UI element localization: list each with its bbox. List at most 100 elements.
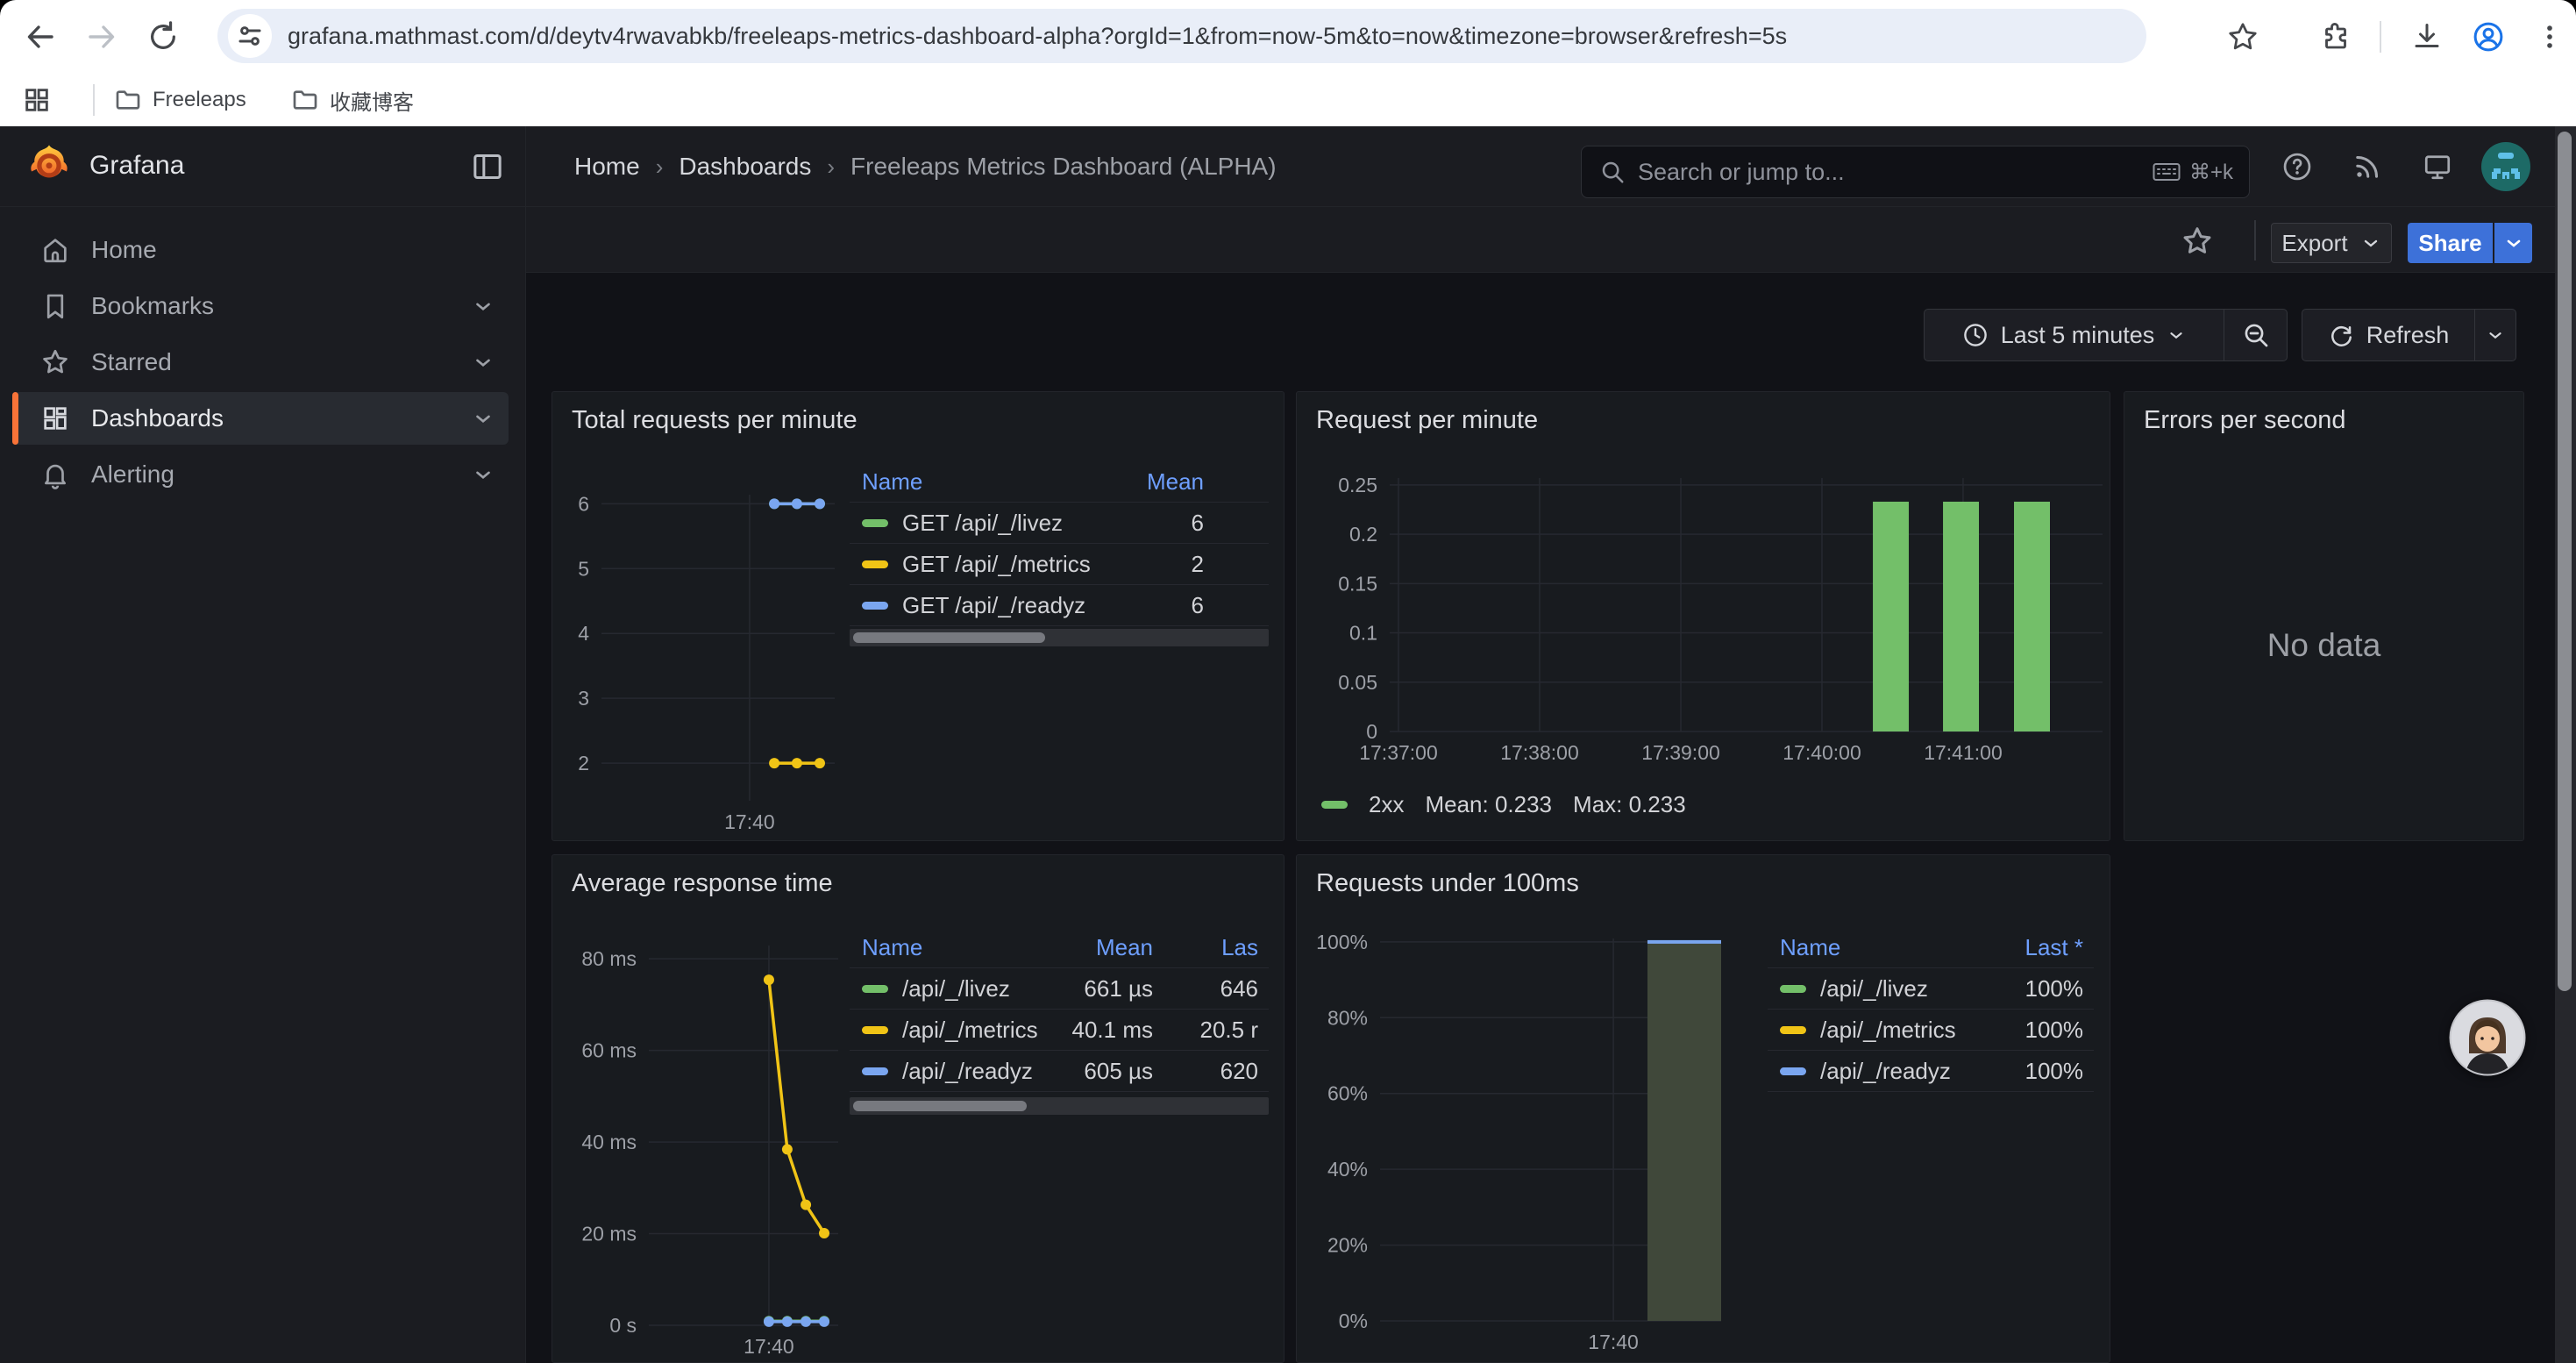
extensions-icon[interactable]	[2318, 19, 2353, 54]
sidebar-item-label: Dashboards	[91, 404, 224, 432]
profile-icon[interactable]	[2471, 19, 2506, 54]
panel-title[interactable]: Average response time	[572, 869, 833, 898]
series-swatch	[1780, 1026, 1806, 1034]
browser-toolbar: grafana.mathmast.com/d/deytv4rwavabkb/fr…	[0, 0, 2576, 74]
legend-row[interactable]: /api/_/livez661 µs646	[850, 968, 1269, 1010]
sidebar-collapse-icon[interactable]	[470, 149, 505, 184]
forward-icon[interactable]	[81, 16, 123, 58]
legend-row[interactable]: /api/_/readyz605 µs620	[850, 1051, 1269, 1092]
grafana-header: Home › Dashboards › Freeleaps Metrics Da…	[526, 126, 2576, 207]
legend-header-row: NameMean	[850, 462, 1269, 503]
bookmark-item-blogs[interactable]: 收藏博客	[291, 82, 414, 118]
time-range-label: Last 5 minutes	[2001, 322, 2155, 349]
folder-icon	[114, 86, 142, 114]
legend-table: NameMeanGET /api/_/livez6GET /api/_/metr…	[850, 462, 1269, 626]
svg-text:40%: 40%	[1327, 1158, 1368, 1181]
series-name: GET /api/_/livez	[902, 510, 1063, 537]
breadcrumb-separator: ›	[656, 153, 664, 181]
sidebar-item-label: Starred	[91, 348, 172, 376]
time-controls-group: Last 5 minutes	[1924, 309, 2288, 361]
bell-icon	[40, 460, 70, 489]
panel-title[interactable]: Total requests per minute	[572, 406, 857, 435]
search-bar[interactable]: ⌘+k	[1581, 146, 2250, 198]
legend-hscrollbar[interactable]	[850, 629, 1269, 646]
breadcrumb-home[interactable]: Home	[574, 153, 640, 181]
svg-text:20%: 20%	[1327, 1234, 1368, 1257]
user-avatar[interactable]	[2481, 142, 2530, 191]
refresh-button[interactable]: Refresh	[2302, 310, 2474, 360]
floating-assistant-avatar[interactable]	[2449, 999, 2526, 1076]
panel-title[interactable]: Request per minute	[1316, 406, 1538, 435]
svg-text:17:39:00: 17:39:00	[1641, 741, 1720, 764]
svg-text:17:40: 17:40	[724, 810, 775, 833]
page-scrollbar[interactable]	[2555, 126, 2576, 1363]
series-mean: Mean: 0.233	[1425, 791, 1552, 818]
legend-hscrollbar[interactable]	[850, 1097, 1269, 1115]
bookmark-label: 收藏博客	[330, 85, 414, 116]
apps-grid-icon[interactable]	[19, 82, 54, 118]
bookmarks-divider	[93, 84, 95, 116]
sidebar-item-bookmarks[interactable]: Bookmarks	[0, 278, 526, 334]
back-icon[interactable]	[19, 16, 61, 58]
news-rss-icon[interactable]	[2352, 151, 2383, 182]
scrollbar-thumb[interactable]	[2558, 132, 2572, 991]
menu-kebab-icon[interactable]	[2532, 19, 2567, 54]
svg-text:100%: 100%	[1316, 931, 1368, 953]
share-button[interactable]: Share	[2408, 223, 2493, 263]
svg-text:6: 6	[578, 492, 589, 515]
legend-row[interactable]: /api/_/metrics40.1 ms20.5 r	[850, 1010, 1269, 1051]
chevron-down-icon	[2360, 232, 2381, 253]
legend-row[interactable]: /api/_/metrics100%	[1768, 1010, 2094, 1051]
chevron-down-icon	[2486, 325, 2505, 345]
url-bar[interactable]: grafana.mathmast.com/d/deytv4rwavabkb/fr…	[217, 9, 2146, 63]
breadcrumb-dashboards[interactable]: Dashboards	[679, 153, 811, 181]
sidebar-item-starred[interactable]: Starred	[0, 334, 526, 390]
panel-requests-under-100ms: Requests under 100ms 100%80%60%40%20%0%1…	[1296, 854, 2110, 1363]
refresh-label: Refresh	[2366, 322, 2450, 349]
legend-row[interactable]: GET /api/_/livez6	[850, 503, 1269, 544]
reload-icon[interactable]	[142, 16, 184, 58]
kiosk-monitor-icon[interactable]	[2422, 151, 2453, 182]
time-range-picker[interactable]: Last 5 minutes	[1925, 310, 2224, 360]
grafana-logo-icon[interactable]	[25, 142, 74, 191]
request-per-minute-chart[interactable]: 0.250.20.150.10.05017:37:0017:38:0017:39…	[1297, 392, 2110, 840]
legend-row[interactable]: /api/_/livez100%	[1768, 968, 2094, 1010]
series-name: /api/_/metrics	[902, 1017, 1038, 1044]
star-icon	[40, 347, 70, 377]
site-settings-icon[interactable]	[228, 14, 272, 58]
star-dashboard-icon[interactable]	[2181, 225, 2214, 258]
share-dropdown-button[interactable]	[2494, 223, 2532, 263]
zoom-out-icon	[2242, 321, 2270, 349]
brand-name[interactable]: Grafana	[89, 151, 184, 181]
legend-inline[interactable]: 2xx Mean: 0.233 Max: 0.233	[1321, 791, 1686, 818]
series-swatch	[862, 519, 888, 527]
panel-title[interactable]: Errors per second	[2144, 406, 2346, 435]
toolbar-divider	[2254, 220, 2256, 260]
chevron-down-icon	[2503, 232, 2524, 253]
svg-text:17:40:00: 17:40:00	[1783, 741, 1861, 764]
svg-text:0 s: 0 s	[609, 1314, 637, 1337]
legend-row[interactable]: GET /api/_/readyz6	[850, 585, 1269, 626]
bookmark-star-icon[interactable]	[2225, 19, 2260, 54]
screen: grafana.mathmast.com/d/deytv4rwavabkb/fr…	[0, 0, 2576, 1363]
panel-errors-per-second: Errors per second No data	[2124, 391, 2524, 841]
sidebar-item-dashboards[interactable]: Dashboards	[0, 390, 526, 446]
download-icon[interactable]	[2409, 19, 2444, 54]
panel-title[interactable]: Requests under 100ms	[1316, 869, 1579, 898]
legend-header-row: NameLast *	[1768, 928, 2094, 968]
sidebar-item-alerting[interactable]: Alerting	[0, 446, 526, 503]
svg-text:60%: 60%	[1327, 1082, 1368, 1105]
chevron-down-icon	[472, 351, 495, 374]
bookmark-item-freeleaps[interactable]: Freeleaps	[114, 82, 246, 118]
home-icon	[40, 235, 70, 265]
legend-row[interactable]: /api/_/readyz100%	[1768, 1051, 2094, 1092]
help-icon[interactable]	[2281, 151, 2313, 182]
series-name: /api/_/livez	[902, 975, 1010, 1003]
search-input[interactable]	[1638, 159, 2153, 186]
sidebar-item-home[interactable]: Home	[0, 222, 526, 278]
export-button[interactable]: Export	[2271, 223, 2392, 263]
zoom-out-button[interactable]	[2224, 310, 2287, 360]
svg-text:20 ms: 20 ms	[581, 1223, 637, 1245]
refresh-interval-dropdown[interactable]	[2475, 310, 2516, 360]
legend-row[interactable]: GET /api/_/metrics2	[850, 544, 1269, 585]
